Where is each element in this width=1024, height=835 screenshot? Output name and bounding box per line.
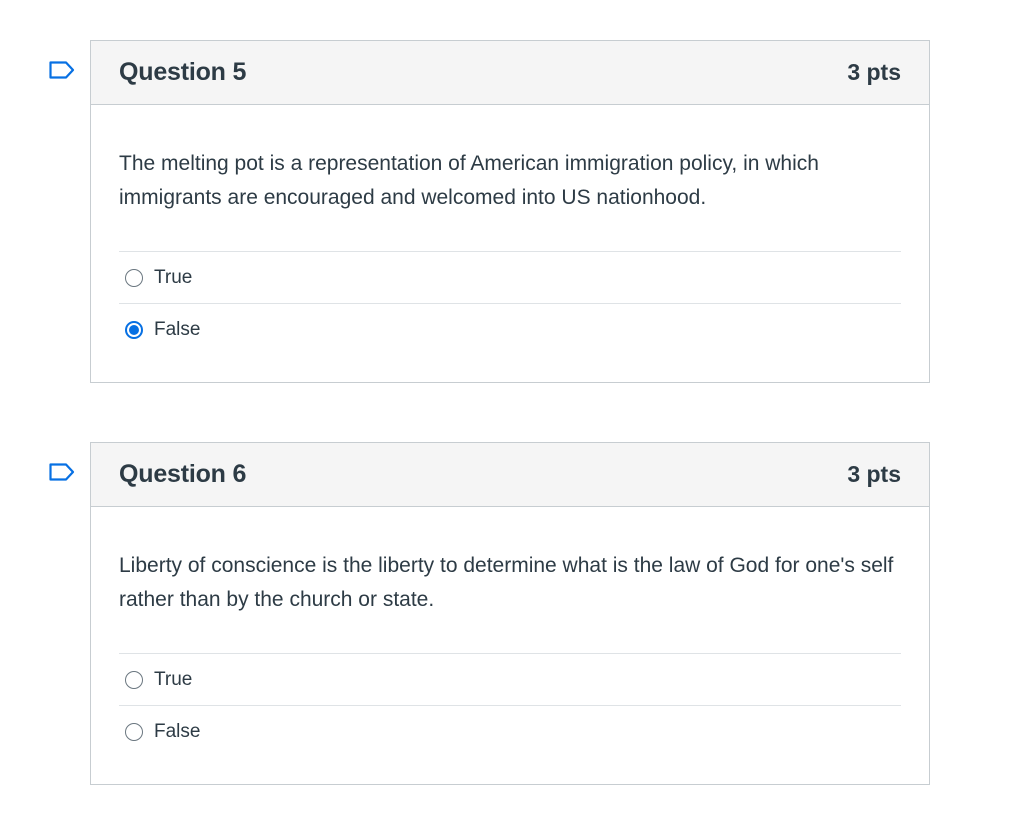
answer-label[interactable]: False (154, 721, 200, 743)
question-title: Question 5 (119, 58, 247, 86)
question-header: Question 5 3 pts (91, 41, 929, 105)
answer-option-false[interactable]: False (119, 706, 901, 758)
question-text: The melting pot is a representation of A… (119, 152, 819, 209)
question-title: Question 6 (119, 460, 247, 488)
answer-option-true[interactable]: True (119, 252, 901, 304)
flag-icon[interactable] (49, 463, 75, 481)
answer-list: True False (119, 653, 901, 758)
question-body: Liberty of conscience is the liberty to … (91, 507, 929, 758)
answer-label[interactable]: True (154, 267, 192, 289)
question-5-card: Question 5 3 pts The melting pot is a re… (49, 40, 930, 383)
question-points: 3 pts (847, 461, 901, 487)
question-6-card: Question 6 3 pts Liberty of conscience i… (49, 442, 930, 785)
answer-option-false[interactable]: False (119, 304, 901, 356)
radio-button[interactable] (125, 268, 143, 287)
radio-button[interactable] (125, 723, 143, 741)
radio-button-selected[interactable] (125, 321, 143, 339)
radio-button[interactable] (125, 670, 143, 689)
answer-label[interactable]: True (154, 669, 192, 691)
answer-option-true[interactable]: True (119, 654, 901, 706)
flag-icon[interactable] (49, 61, 75, 79)
answer-label[interactable]: False (154, 319, 200, 341)
answer-list: True False (119, 251, 901, 356)
question-text: Liberty of conscience is the liberty to … (119, 554, 894, 611)
question-points: 3 pts (847, 59, 901, 85)
question-header: Question 6 3 pts (91, 443, 929, 507)
question-body: The melting pot is a representation of A… (91, 105, 929, 356)
